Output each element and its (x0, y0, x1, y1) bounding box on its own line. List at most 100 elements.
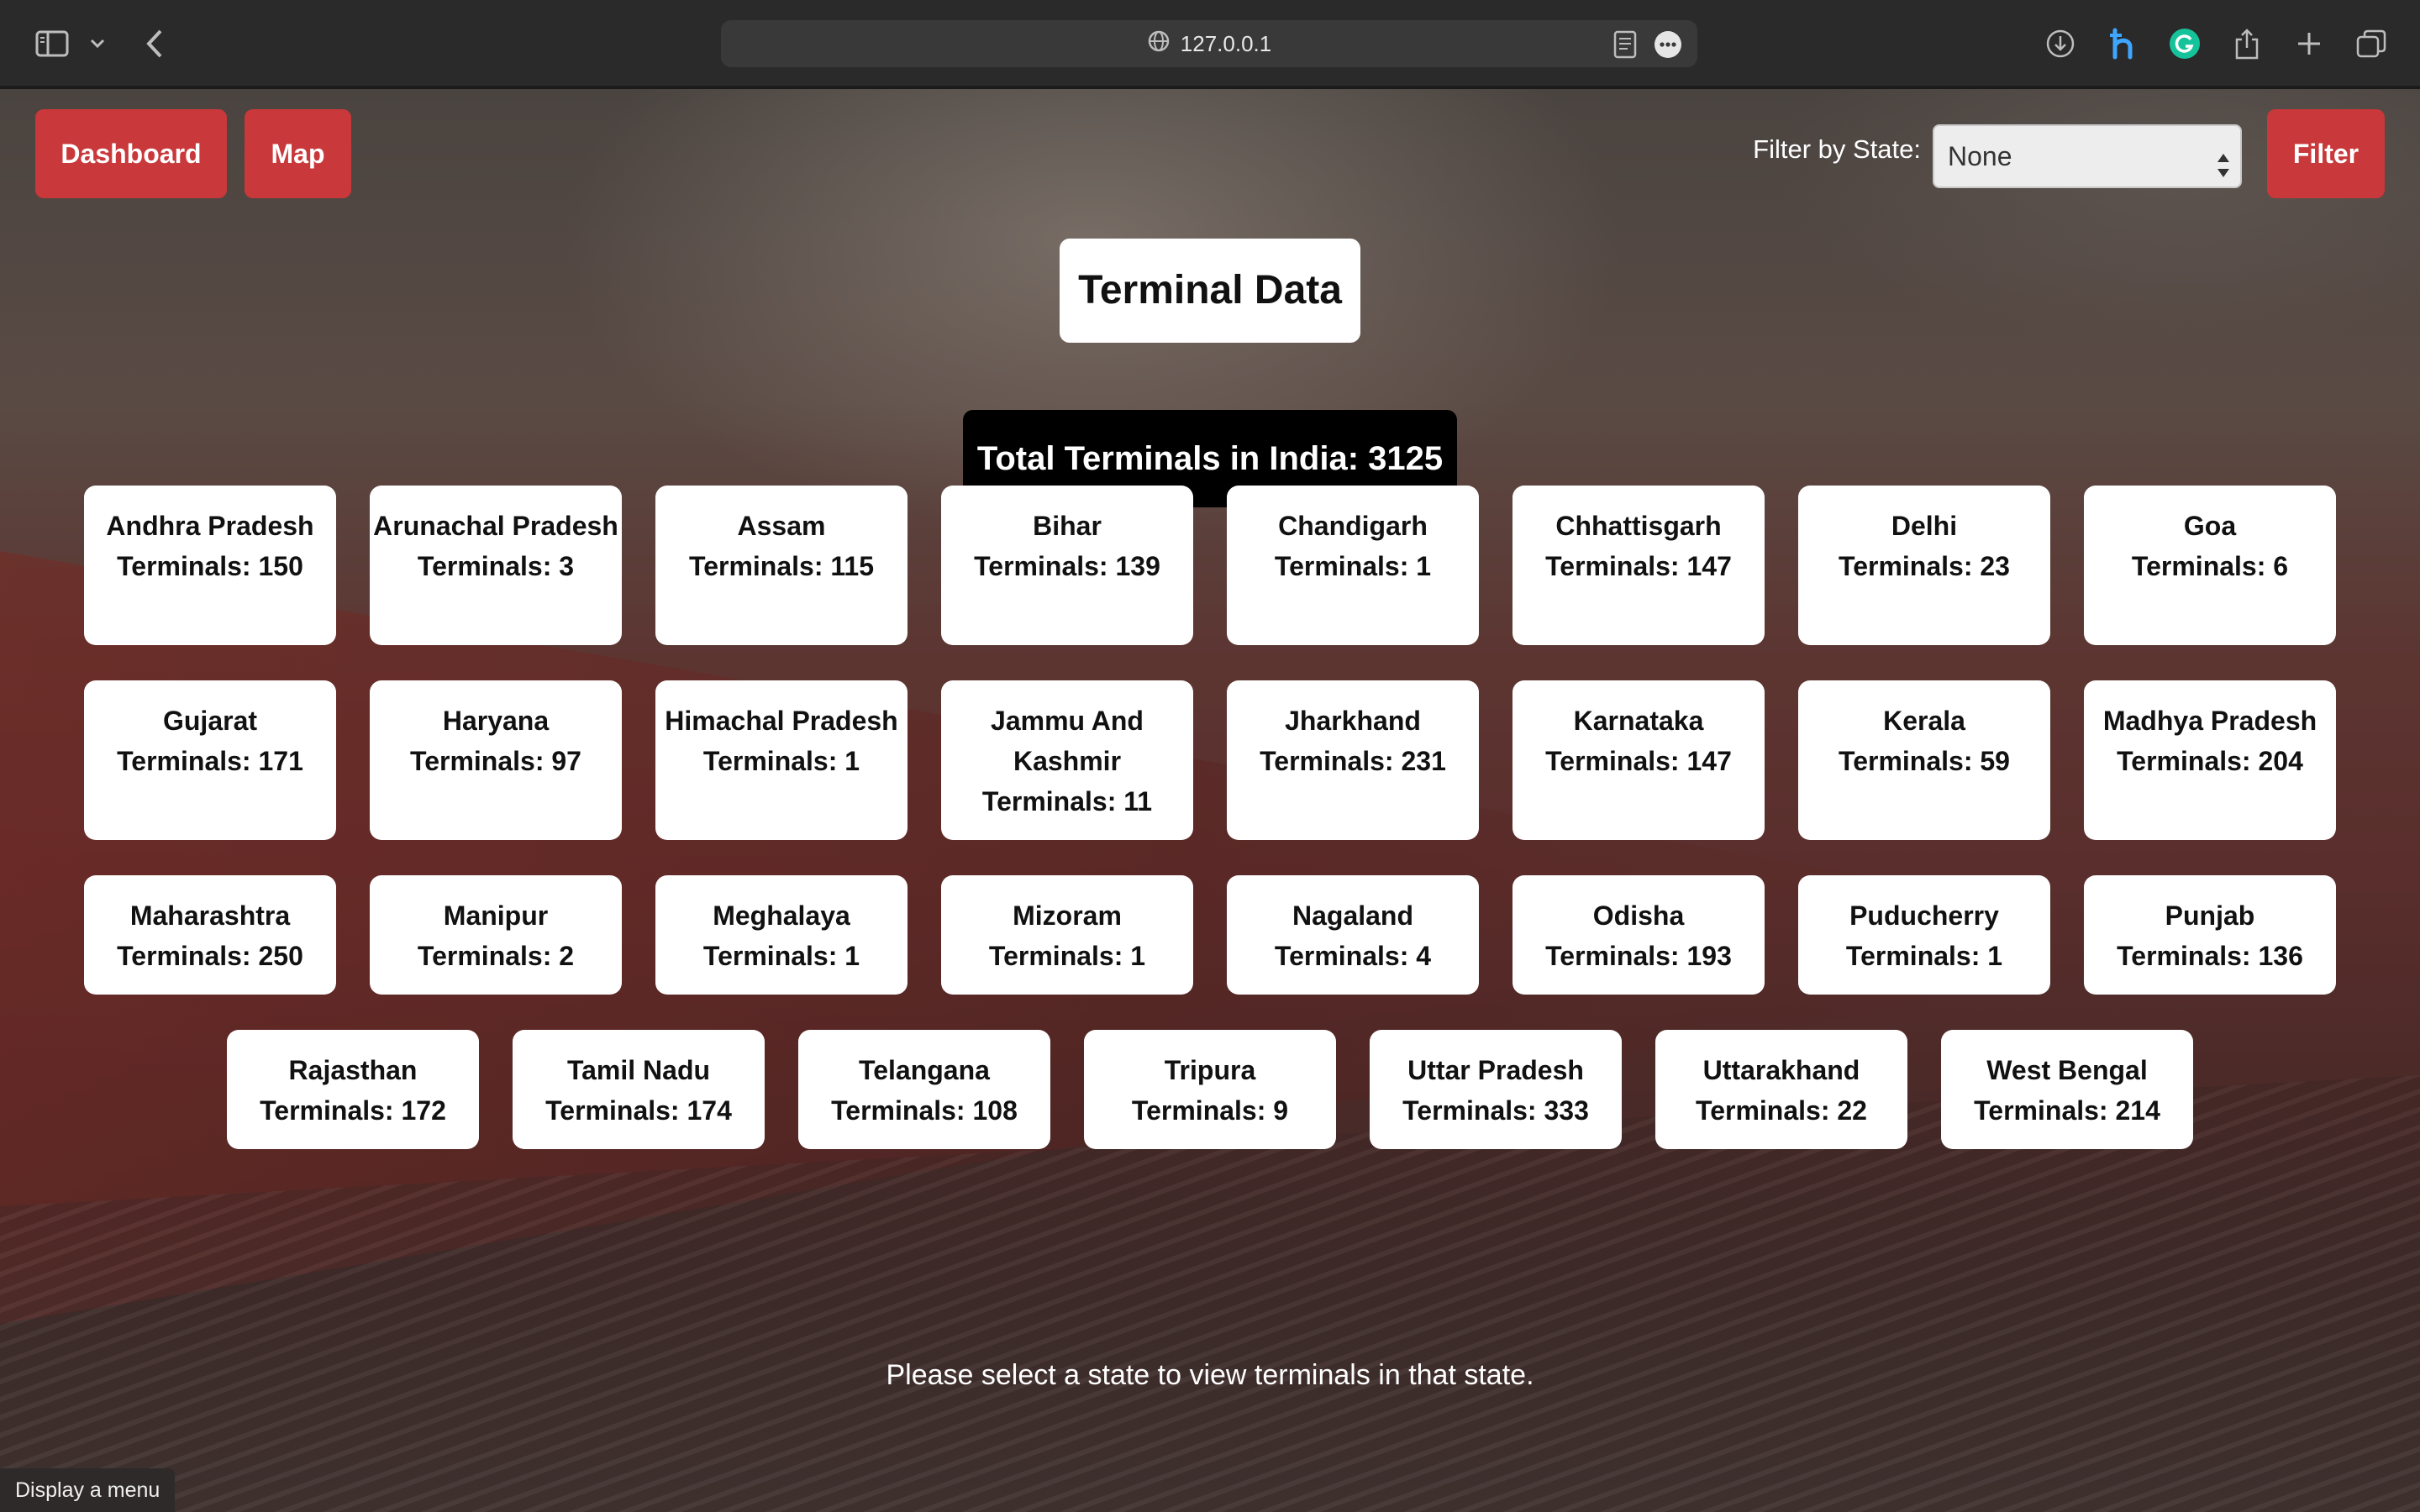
state-terminal-count: Terminals: 115 (689, 551, 874, 581)
state-terminal-count: Terminals: 1 (1845, 941, 2003, 971)
map-button[interactable]: Map (245, 109, 351, 198)
state-terminal-count: Terminals: 59 (1839, 746, 2010, 776)
state-card[interactable]: Nagaland Terminals: 4 (1227, 875, 1479, 995)
state-name: Chhattisgarh (1555, 511, 1722, 541)
state-terminal-count: Terminals: 147 (1545, 551, 1732, 581)
reader-icon[interactable] (1613, 30, 1637, 63)
filter-label: Filter by State: (1753, 134, 1921, 164)
share-icon[interactable] (2230, 22, 2264, 66)
state-terminal-count: Terminals: 136 (2117, 941, 2303, 971)
browser-toolbar: 127.0.0.1 (0, 0, 2420, 87)
new-tab-icon[interactable] (2292, 22, 2326, 66)
state-terminal-count: Terminals: 147 (1545, 746, 1732, 776)
state-terminal-count: Terminals: 1 (1274, 551, 1432, 581)
state-terminal-count: Terminals: 150 (117, 551, 303, 581)
state-name: Punjab (2165, 900, 2255, 931)
state-terminal-count: Terminals: 1 (702, 746, 860, 776)
state-name: Uttarakhand (1702, 1055, 1860, 1085)
state-card[interactable]: Jharkhand Terminals: 231 (1227, 680, 1479, 840)
state-card[interactable]: Puducherry Terminals: 1 (1798, 875, 2050, 995)
select-arrows-icon (2215, 141, 2232, 177)
state-terminal-count: Terminals: 172 (260, 1095, 446, 1126)
state-select-value: None (1948, 141, 2012, 171)
state-name: Chandigarh (1278, 511, 1428, 541)
address-bar[interactable]: 127.0.0.1 (721, 20, 1697, 67)
state-card[interactable]: Uttar Pradesh Terminals: 333 (1370, 1030, 1622, 1149)
state-name: Tamil Nadu (566, 1055, 711, 1085)
state-card[interactable]: Gujarat Terminals: 171 (84, 680, 336, 840)
state-card[interactable]: Odisha Terminals: 193 (1512, 875, 1765, 995)
state-name: Puducherry (1849, 900, 1999, 931)
state-terminal-count: Terminals: 1 (702, 941, 860, 971)
state-card[interactable]: Himachal Pradesh Terminals: 1 (655, 680, 908, 840)
state-terminal-count: Terminals: 108 (831, 1095, 1018, 1126)
state-terminal-count: Terminals: 139 (974, 551, 1160, 581)
state-card[interactable]: Bihar Terminals: 139 (941, 486, 1193, 645)
state-card[interactable]: Rajasthan Terminals: 172 (227, 1030, 479, 1149)
select-state-hint: Please select a state to view terminals … (886, 1359, 1534, 1391)
state-card[interactable]: Andhra Pradesh Terminals: 150 (84, 486, 336, 645)
state-name: Telangana (859, 1055, 990, 1085)
globe-icon (1147, 22, 1171, 69)
state-card[interactable]: Telangana Terminals: 108 (798, 1030, 1050, 1149)
state-terminal-count: Terminals: 97 (410, 746, 581, 776)
state-card[interactable]: Arunachal Pradesh Terminals: 3 (370, 486, 622, 645)
state-terminal-count: Terminals: 4 (1274, 941, 1432, 971)
state-terminal-count: Terminals: 22 (1696, 1095, 1867, 1126)
state-terminal-count: Terminals: 333 (1402, 1095, 1589, 1126)
grammarly-icon[interactable] (2168, 22, 2202, 66)
state-card[interactable]: Goa Terminals: 6 (2084, 486, 2336, 645)
state-name: Meghalaya (713, 900, 850, 931)
state-card[interactable]: Chandigarh Terminals: 1 (1227, 486, 1479, 645)
state-card[interactable]: Kerala Terminals: 59 (1798, 680, 2050, 840)
state-terminal-count: Terminals: 250 (117, 941, 303, 971)
state-terminal-count: Terminals: 9 (1131, 1095, 1289, 1126)
state-terminal-count: Terminals: 231 (1260, 746, 1446, 776)
state-card[interactable]: Meghalaya Terminals: 1 (655, 875, 908, 995)
state-name: Assam (737, 511, 826, 541)
more-options-icon[interactable] (1654, 30, 1682, 63)
state-card[interactable]: Tamil Nadu Terminals: 174 (513, 1030, 765, 1149)
state-name: Madhya Pradesh (2102, 706, 2317, 736)
state-card[interactable]: Punjab Terminals: 136 (2084, 875, 2336, 995)
download-icon[interactable] (2044, 22, 2077, 66)
state-card[interactable]: Mizoram Terminals: 1 (941, 875, 1193, 995)
state-name: Bihar (1033, 511, 1102, 541)
chevron-down-icon[interactable] (87, 22, 108, 66)
state-name: Goa (2183, 511, 2237, 541)
state-card[interactable]: Karnataka Terminals: 147 (1512, 680, 1765, 840)
filter-button[interactable]: Filter (2267, 109, 2385, 198)
state-name: Manipur (443, 900, 549, 931)
back-icon[interactable] (141, 22, 168, 66)
tab-overview-icon[interactable] (2354, 22, 2388, 66)
state-name: Tripura (1164, 1055, 1256, 1085)
state-card[interactable]: Manipur Terminals: 2 (370, 875, 622, 995)
sidebar-toggle-icon[interactable] (32, 22, 72, 66)
state-card[interactable]: Jammu And Kashmir Terminals: 11 (941, 680, 1193, 840)
state-card[interactable]: Tripura Terminals: 9 (1084, 1030, 1336, 1149)
state-terminal-count: Terminals: 23 (1839, 551, 2010, 581)
state-card[interactable]: Haryana Terminals: 97 (370, 680, 622, 840)
state-terminal-count: Terminals: 214 (1974, 1095, 2160, 1126)
state-terminal-count: Terminals: 193 (1545, 941, 1732, 971)
state-terminal-count: Terminals: 2 (417, 941, 575, 971)
extension-h-icon[interactable] (2106, 22, 2139, 66)
state-card[interactable]: Delhi Terminals: 23 (1798, 486, 2050, 645)
state-name: Maharashtra (129, 900, 291, 931)
state-card[interactable]: Assam Terminals: 115 (655, 486, 908, 645)
url-text: 127.0.0.1 (1180, 31, 1272, 56)
state-name: Jharkhand (1285, 706, 1421, 736)
state-terminal-count: Terminals: 204 (2117, 746, 2303, 776)
state-terminal-count: Terminals: 1 (988, 941, 1146, 971)
state-card[interactable]: Maharashtra Terminals: 250 (84, 875, 336, 995)
state-card[interactable]: West Bengal Terminals: 214 (1941, 1030, 2193, 1149)
state-select[interactable]: None (1933, 124, 2242, 188)
state-card[interactable]: Madhya Pradesh Terminals: 204 (2084, 680, 2336, 840)
state-name: Delhi (1891, 511, 1958, 541)
state-name: Andhra Pradesh (106, 511, 314, 541)
state-card[interactable]: Uttarakhand Terminals: 22 (1655, 1030, 1907, 1149)
state-name: Jammu And Kashmir (991, 706, 1144, 776)
state-card[interactable]: Chhattisgarh Terminals: 147 (1512, 486, 1765, 645)
state-terminal-count: Terminals: 6 (2131, 551, 2289, 581)
dashboard-button[interactable]: Dashboard (35, 109, 227, 198)
